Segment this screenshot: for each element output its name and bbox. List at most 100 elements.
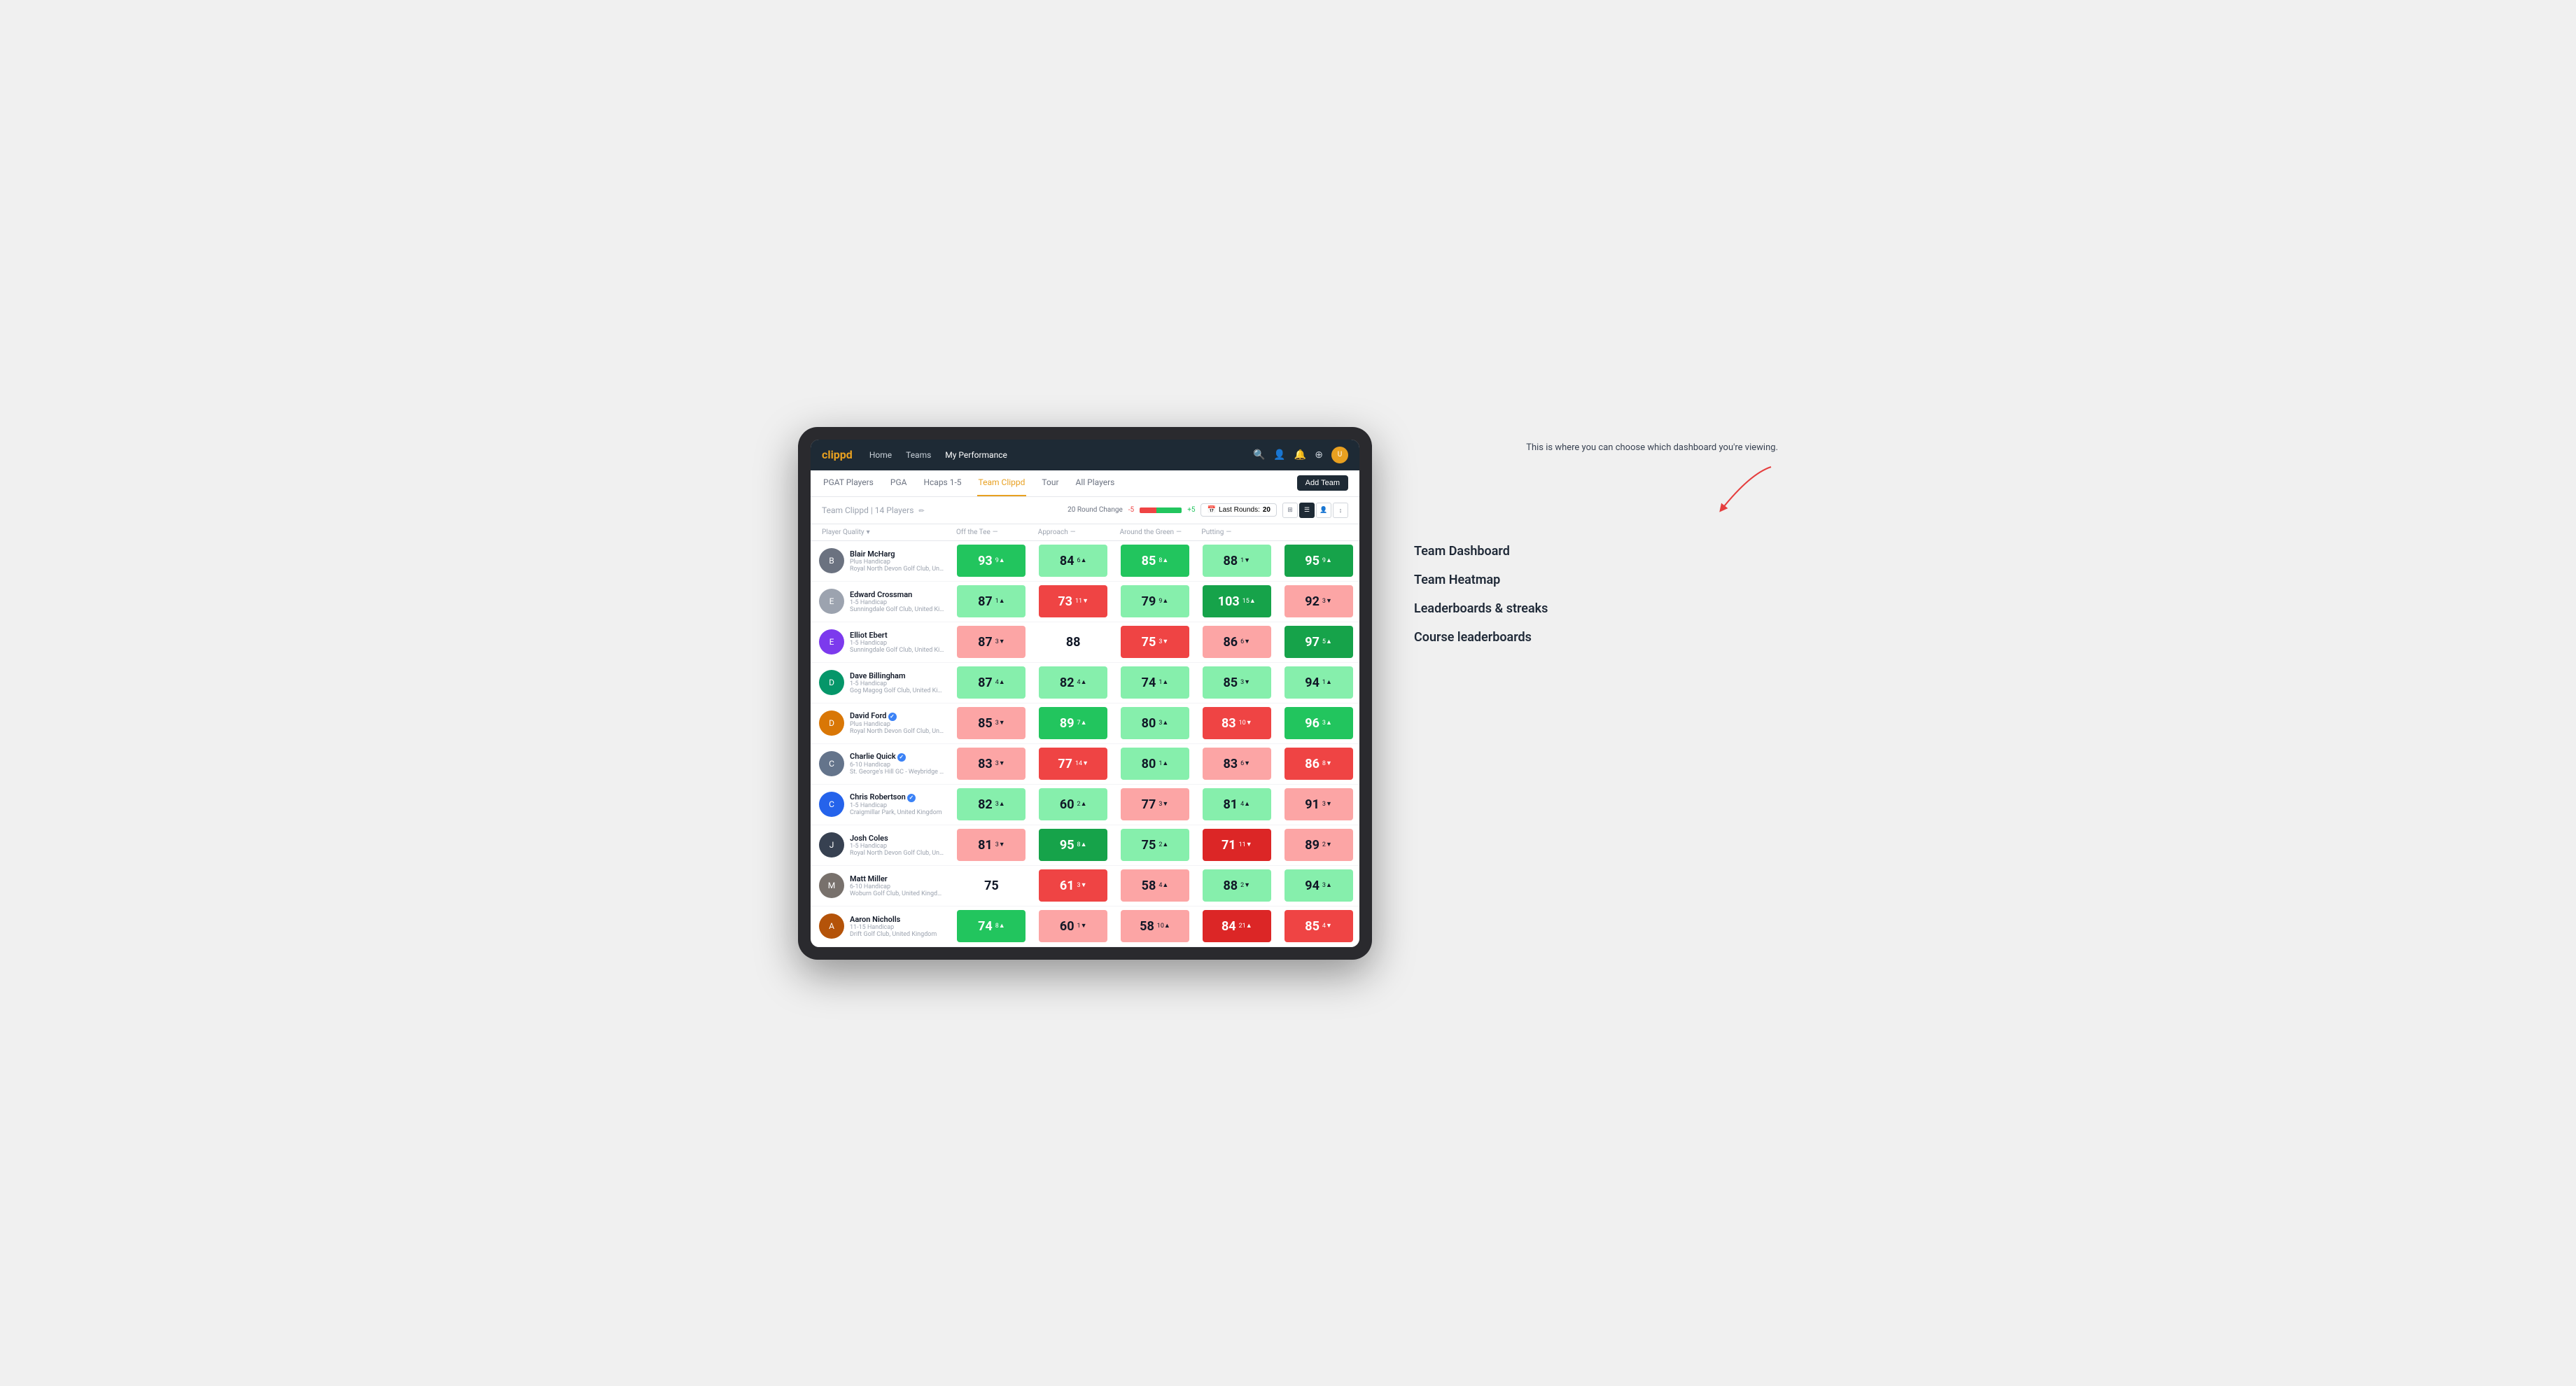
score-cell: 858▲ [1114,541,1196,581]
last-rounds-button[interactable]: 📅 Last Rounds: 20 [1200,503,1277,517]
edit-icon[interactable]: ✏ [918,507,924,515]
score-change: 8▲ [995,923,1005,930]
score-cell: 963▲ [1278,704,1359,743]
table-row[interactable]: DDavid Ford✓Plus HandicapRoyal North Dev… [811,704,1359,744]
table-row[interactable]: MMatt Miller6-10 HandicapWoburn Golf Clu… [811,866,1359,906]
score-cell: 853▼ [951,704,1032,743]
score-change: 2▼ [1322,842,1332,848]
user-icon[interactable]: 👤 [1273,449,1285,461]
score-cell: 748▲ [951,906,1032,946]
score-change: 3▼ [1240,680,1250,686]
sort-button[interactable]: ↕ [1333,503,1348,518]
score-cell: 823▲ [951,785,1032,825]
score-box: 773▼ [1121,788,1189,820]
score-value: 87 [978,594,993,609]
score-cell: 853▼ [1196,663,1278,703]
player-handicap: 6-10 Handicap [850,762,945,769]
player-details: Charlie Quick✓6-10 HandicapSt. George's … [850,752,945,776]
player-info: JJosh Coles1-5 HandicapRoyal North Devon… [811,827,951,863]
player-details: Edward Crossman1-5 HandicapSunningdale G… [850,590,945,613]
score-cell: 752▲ [1114,825,1196,865]
score-cell: 833▼ [951,744,1032,784]
score-cell: 801▲ [1114,744,1196,784]
score-value: 86 [1223,635,1238,650]
bar-negative [1140,507,1156,513]
score-box: 7714▼ [1039,748,1107,780]
grid-view-button[interactable]: ⊞ [1282,503,1298,518]
subnav-tour[interactable]: Tour [1040,470,1060,496]
score-value: 73 [1058,594,1072,609]
nav-link-home[interactable]: Home [869,450,892,460]
player-details: Elliot Ebert1-5 HandicapSunningdale Golf… [850,631,945,654]
score-change: 7▲ [1077,720,1087,727]
col-around-green[interactable]: Around the Green — [1114,528,1196,536]
table-row[interactable]: EElliot Ebert1-5 HandicapSunningdale Gol… [811,622,1359,663]
add-team-button[interactable]: Add Team [1297,475,1348,491]
score-box: 866▼ [1203,626,1271,658]
score-cell: 923▼ [1278,582,1359,622]
score-change: 10▲ [1157,923,1170,930]
score-box: 853▼ [957,707,1026,739]
subnav-pgat[interactable]: PGAT Players [822,470,875,496]
score-change: 11▼ [1075,598,1088,605]
score-change: 1▲ [995,598,1005,605]
table-row[interactable]: CCharlie Quick✓6-10 HandicapSt. George's… [811,744,1359,785]
score-value: 58 [1142,878,1156,893]
player-name: David Ford✓ [850,711,945,721]
score-cell: 814▲ [1196,785,1278,825]
settings-icon[interactable]: ⊕ [1315,449,1323,461]
score-box: 7111▼ [1203,829,1271,861]
player-club: Royal North Devon Golf Club, United King… [850,728,945,735]
table-view-button[interactable]: ☰ [1299,503,1315,518]
player-handicap: 1-5 Handicap [850,680,945,687]
sort-icon: — [1226,528,1231,536]
score-cell: 8421▲ [1196,906,1278,946]
table-row[interactable]: JJosh Coles1-5 HandicapRoyal North Devon… [811,825,1359,866]
player-info: DDave Billingham1-5 HandicapGog Magog Go… [811,664,951,701]
col-putting[interactable]: Putting — [1196,528,1278,536]
score-box: 858▲ [1121,545,1189,577]
annotation-course-leaderboards: Course leaderboards [1414,630,1778,645]
score-cell: 897▲ [1032,704,1114,743]
score-value: 91 [1305,797,1320,812]
col-approach[interactable]: Approach — [1032,528,1114,536]
subnav-teamclippd[interactable]: Team Clippd [977,470,1027,496]
nav-link-teams[interactable]: Teams [906,450,931,460]
annotation-leaderboards: Leaderboards & streaks [1414,601,1778,616]
table-row[interactable]: EEdward Crossman1-5 HandicapSunningdale … [811,582,1359,622]
score-value: 92 [1305,594,1320,609]
score-value: 88 [1066,635,1081,650]
player-name: Chris Robertson✓ [850,792,945,802]
score-value: 81 [1223,797,1238,812]
subnav-allplayers[interactable]: All Players [1074,470,1116,496]
table-row[interactable]: AAaron Nicholls11-15 HandicapDrift Golf … [811,906,1359,947]
avatar[interactable]: U [1331,447,1348,463]
search-icon[interactable]: 🔍 [1253,449,1265,461]
sub-nav-links: PGAT Players PGA Hcaps 1-5 Team Clippd T… [822,470,1297,496]
score-value: 75 [1142,838,1156,853]
person-view-button[interactable]: 👤 [1316,503,1331,518]
score-box: 8421▲ [1203,910,1271,942]
table-row[interactable]: DDave Billingham1-5 HandicapGog Magog Go… [811,663,1359,704]
score-cell: 584▲ [1114,866,1196,906]
player-avatar: C [819,751,844,776]
col-player-quality[interactable]: Player Quality ▾ [811,528,951,536]
score-box: 584▲ [1121,869,1189,902]
table-row[interactable]: CChris Robertson✓1-5 HandicapCraigmillar… [811,785,1359,825]
score-value: 60 [1060,797,1074,812]
subnav-hcaps[interactable]: Hcaps 1-5 [922,470,962,496]
score-box: 854▼ [1284,910,1353,942]
score-value: 83 [1223,757,1238,771]
nav-link-myperformance[interactable]: My Performance [945,450,1007,460]
table-row[interactable]: BBlair McHargPlus HandicapRoyal North De… [811,541,1359,582]
score-value: 94 [1305,878,1320,893]
subnav-pga[interactable]: PGA [889,470,909,496]
score-change: 1▼ [1077,923,1087,930]
score-change: 10▼ [1239,720,1252,727]
score-value: 86 [1305,757,1320,771]
score-box: 601▼ [1039,910,1107,942]
bell-icon[interactable]: 🔔 [1294,449,1306,461]
col-off-tee[interactable]: Off the Tee — [951,528,1032,536]
score-change: 4▼ [1322,923,1332,930]
player-name: Dave Billingham [850,671,945,680]
